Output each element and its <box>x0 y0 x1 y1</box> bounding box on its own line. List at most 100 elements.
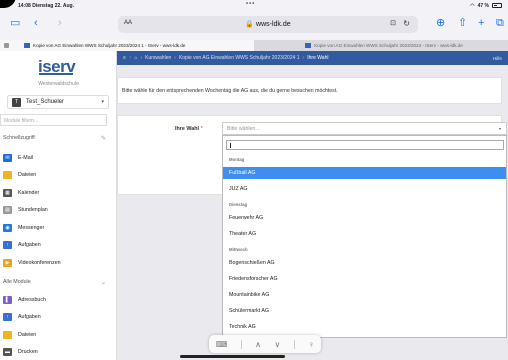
all-modules-item[interactable]: ▌ Adressbuch <box>3 294 113 305</box>
quick-access-item[interactable]: ▤ Stundenplan <box>3 205 113 216</box>
all-modules-header[interactable]: Alle Module ⌄ <box>0 279 117 286</box>
tab-active-label: Kopie von AG Einwahlen WWS Schuljahr 202… <box>33 43 186 48</box>
quick-access-item[interactable]: ✉ E-Mail <box>3 152 113 163</box>
chevron-down-icon[interactable]: ⌄ <box>101 279 106 286</box>
breadcrumb-course[interactable]: Kopie von AG Einwahlen WWS Schuljahr 202… <box>179 55 300 61</box>
status-bar: 14:08 Dienstag 22. Aug. ••• ◠ 47 % <box>0 0 508 11</box>
quick-access-item[interactable]: ↑ Aufgaben <box>3 240 113 251</box>
video-icon: ▶ <box>3 258 12 267</box>
close-tab-icon[interactable] <box>4 43 9 48</box>
new-tab-icon[interactable]: + <box>478 17 484 29</box>
tasks-icon: ↑ <box>3 313 12 321</box>
all-modules-label: Aufgaben <box>18 314 41 320</box>
folder-icon <box>3 171 12 179</box>
microphone-icon[interactable]: ♀ <box>308 340 314 349</box>
dropdown-group-header: Montag <box>229 157 245 162</box>
favicon-icon <box>305 43 312 48</box>
address-bar[interactable]: AA 🔒 wws-ldk.de ⊡ ↻ <box>118 16 418 33</box>
quick-access-label: Messenger <box>18 224 45 231</box>
quick-access-label: Dateien <box>18 172 37 178</box>
tab-overview-icon[interactable]: ⧉ <box>496 17 504 29</box>
quick-access-item[interactable]: ▦ Kalender <box>3 187 113 198</box>
user-name: Test_Schueler <box>26 99 65 105</box>
select-placeholder: Bitte wählen... <box>227 125 260 132</box>
dropdown-option[interactable]: Mountainbike AG <box>223 289 506 301</box>
sidebar-toggle-icon[interactable]: ▭ <box>10 17 20 29</box>
battery-percent: 47 % <box>477 2 489 9</box>
quick-access-label: Aufgaben <box>18 242 41 248</box>
dropdown-option[interactable]: Technik AG <box>223 321 506 333</box>
required-mark: * <box>200 126 203 132</box>
breadcrumb-kurswahlen[interactable]: Kurswahlen <box>145 55 171 61</box>
next-field-icon[interactable]: ∨ <box>274 340 280 349</box>
all-modules-label: Dateien <box>18 331 37 338</box>
dropdown-search-input[interactable] <box>226 140 504 150</box>
timetable-icon: ▤ <box>3 206 12 214</box>
breadcrumb-current: Ihre Wahl <box>307 55 329 61</box>
instruction-text: Bitte wähle für den entsprechenden Woche… <box>122 88 338 94</box>
dropdown-option[interactable]: Feuerwehr AG <box>223 212 506 224</box>
previous-field-icon[interactable]: ∧ <box>255 340 261 349</box>
user-menu[interactable]: T Test_Schueler ▾ <box>7 95 109 109</box>
help-link[interactable]: Hilfe <box>493 56 502 61</box>
reader-icon[interactable]: ⊡ <box>390 19 396 27</box>
dropdown-caret-icon: ▾ <box>498 126 501 131</box>
crumb-arrow-icon: ↑ <box>128 55 132 61</box>
quick-access-header: Schnellzugriff ✎ <box>0 135 117 142</box>
messenger-icon: ◉ <box>3 223 12 232</box>
multitask-dots-icon[interactable]: ••• <box>246 1 255 7</box>
all-modules-item[interactable]: ↑ Aufgaben <box>3 312 113 323</box>
quick-access-label: E-Mail <box>18 154 34 161</box>
dropdown-option[interactable]: Theater AG <box>223 228 506 240</box>
wahl-label: Ihre Wahl * <box>175 126 203 132</box>
ipad-screen: 14:08 Dienstag 22. Aug. ••• ◠ 47 % ▭ ‹ ›… <box>0 0 508 360</box>
forward-icon[interactable]: › <box>58 17 62 29</box>
printer-icon: ▬ <box>3 348 12 356</box>
safari-toolbar: ▭ ‹ › AA 🔒 wws-ldk.de ⊡ ↻ ⊕ ⇧ + ⧉ <box>0 11 508 39</box>
tab-inactive[interactable]: Kopie von AG Einwahlen WWS Schuljahr 202… <box>254 40 508 51</box>
url-text: 🔒 wws-ldk.de <box>245 21 291 28</box>
reload-icon[interactable]: ↻ <box>403 19 410 28</box>
status-time: 14:08 <box>18 2 31 9</box>
dropdown-option[interactable]: Fußball AG <box>223 167 506 179</box>
addressbook-icon: ▌ <box>3 295 12 304</box>
ag-select[interactable]: Bitte wählen... ▾ <box>222 122 507 135</box>
all-modules-label: Drucken <box>18 349 38 355</box>
all-modules-item[interactable]: Dateien <box>3 329 113 340</box>
download-icon[interactable]: ⊕ <box>436 17 445 29</box>
sidebar: iserv Westerwaldschule T Test_Schueler ▾… <box>0 51 117 360</box>
quick-access-label: Stundenplan <box>18 207 48 213</box>
school-name: Westerwaldschule <box>38 81 79 87</box>
battery-icon <box>492 3 502 8</box>
back-icon[interactable]: ‹ <box>34 17 38 29</box>
quick-access-title: Schnellzugriff <box>3 135 35 141</box>
home-icon[interactable]: ⌂ <box>134 55 137 61</box>
keyboard-icon[interactable]: ⌨ <box>216 340 228 349</box>
dropdown-option[interactable]: Bogenschießen AG <box>223 257 506 269</box>
menu-icon[interactable]: ≡ <box>123 55 126 61</box>
quick-access-label: Videokonferenzen <box>18 259 61 266</box>
mail-icon: ✉ <box>3 153 12 162</box>
wifi-icon: ◠ <box>470 2 475 9</box>
share-icon[interactable]: ⇧ <box>458 17 467 29</box>
ag-dropdown-list: Montag Fußball AG JUZ AG Dienstag Feuerwehr … <box>222 135 507 338</box>
home-indicator <box>180 355 285 358</box>
instruction-panel: Bitte wähle für den entsprechenden Woche… <box>117 77 502 104</box>
breadcrumb: ≡ ↑ ⌂ › Kurswahlen › Kopie von AG Einwah… <box>117 51 508 65</box>
module-filter-input[interactable]: Module filtern... <box>0 114 107 126</box>
logo-underline <box>39 73 73 75</box>
quick-access-item[interactable]: ▶ Videokonferenzen <box>3 257 113 268</box>
dropdown-option[interactable]: JUZ AG <box>223 183 506 195</box>
all-modules-item[interactable]: ▬ Drucken <box>3 347 113 358</box>
quick-access-item[interactable]: ◉ Messenger <box>3 222 113 233</box>
all-modules-label: Adressbuch <box>18 296 46 303</box>
quick-access-label: Kalender <box>18 189 40 196</box>
tab-active[interactable]: Kopie von AG Einwahlen WWS Schuljahr 202… <box>0 40 254 51</box>
keyboard-shortcut-bar: ⌨ ∧ ∨ ♀ <box>209 335 321 353</box>
dropdown-option[interactable]: Schülermarkt AG <box>223 305 506 317</box>
edit-icon[interactable]: ✎ <box>101 135 106 142</box>
dropdown-group-header: Mittwoch <box>229 247 248 252</box>
quick-access-item[interactable]: Dateien <box>3 170 113 181</box>
dropdown-option[interactable]: Friedensforscher AG <box>223 273 506 285</box>
dropdown-group-header: Dienstag <box>229 202 248 207</box>
